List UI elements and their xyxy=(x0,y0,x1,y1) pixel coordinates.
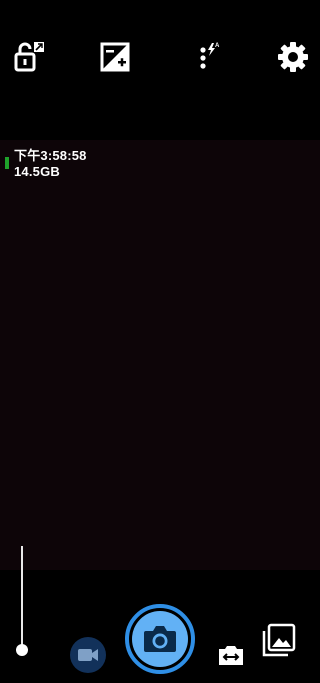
video-camera-icon xyxy=(78,649,98,661)
camera-icon xyxy=(144,626,176,652)
exposure-compensation-icon[interactable] xyxy=(98,40,132,74)
zoom-slider-track[interactable] xyxy=(21,546,23,650)
shutter-button[interactable] xyxy=(125,604,195,674)
settings-gear-icon[interactable] xyxy=(276,40,310,74)
camera-viewfinder[interactable] xyxy=(0,140,320,570)
time-display: 下午3:58:58 xyxy=(14,148,87,163)
zoom-slider-handle[interactable] xyxy=(16,644,28,656)
top-toolbar: A xyxy=(0,0,320,140)
gallery-button[interactable] xyxy=(262,623,296,657)
battery-indicator xyxy=(5,157,9,169)
video-mode-button[interactable] xyxy=(70,637,106,673)
flash-auto-menu-icon[interactable]: A xyxy=(188,40,222,74)
unlock-rotation-icon[interactable] xyxy=(12,40,46,74)
shutter-inner xyxy=(132,611,188,667)
storage-remaining: 14.5GB xyxy=(14,164,61,179)
switch-camera-icon xyxy=(219,646,243,665)
gallery-icon xyxy=(262,623,296,657)
svg-text:A: A xyxy=(215,43,220,49)
switch-camera-button[interactable] xyxy=(216,640,246,670)
